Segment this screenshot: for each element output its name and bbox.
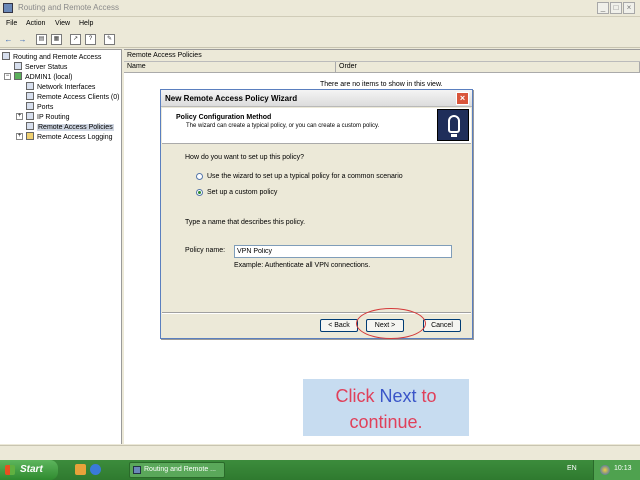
empty-list-message: There are no items to show in this view. xyxy=(320,81,443,88)
menu-bar: File Action View Help xyxy=(0,18,640,31)
start-button[interactable]: Start xyxy=(0,460,58,480)
expand-icon[interactable]: + xyxy=(16,113,23,120)
details-pane-title: Remote Access Policies xyxy=(124,50,640,62)
app-icon xyxy=(3,3,13,13)
server-running-icon xyxy=(14,72,22,80)
close-button[interactable]: × xyxy=(623,2,635,14)
tree-node-remote-access-policies[interactable]: Remote Access Policies xyxy=(26,122,114,132)
callout-line-1: Click Next to xyxy=(335,386,437,406)
radio-typical-policy[interactable] xyxy=(196,173,203,180)
policy-name-input[interactable] xyxy=(234,245,452,258)
menu-file[interactable]: File xyxy=(6,20,17,27)
menu-help[interactable]: Help xyxy=(79,20,93,27)
windows-flag-icon xyxy=(5,465,15,475)
up-level-icon[interactable]: ▤ xyxy=(36,34,47,45)
forward-arrow-icon[interactable]: → xyxy=(17,34,28,45)
ports-icon xyxy=(26,102,34,110)
maximize-button[interactable]: □ xyxy=(610,2,622,14)
menu-view[interactable]: View xyxy=(55,20,70,27)
toolbar: ← → ▤ ▦ ↗ ? ✎ xyxy=(0,31,640,48)
cancel-button[interactable]: Cancel xyxy=(423,319,461,332)
routing-icon xyxy=(26,112,34,120)
policy-name-label: Policy name: xyxy=(185,247,226,254)
wizard-dialog: New Remote Access Policy Wizard × Policy… xyxy=(160,89,473,339)
system-tray: 10:13 xyxy=(593,460,640,480)
policies-icon xyxy=(26,122,34,130)
server-icon xyxy=(2,52,10,60)
tree-node-ports[interactable]: Ports xyxy=(26,102,53,112)
dialog-separator xyxy=(162,312,471,314)
column-header-order[interactable]: Order xyxy=(336,62,640,73)
dialog-header-title: Policy Configuration Method xyxy=(176,114,272,121)
expand-icon[interactable]: + xyxy=(16,133,23,140)
back-button[interactable]: < Back xyxy=(320,319,358,332)
dialog-header: Policy Configuration Method The wizard c… xyxy=(162,108,471,144)
collapse-icon[interactable]: − xyxy=(4,73,11,80)
back-arrow-icon[interactable]: ← xyxy=(3,34,14,45)
name-prompt: Type a name that describes this policy. xyxy=(185,219,306,226)
network-interfaces-icon xyxy=(26,82,34,90)
quicklaunch-browser-icon[interactable] xyxy=(90,464,101,475)
next-button-highlight-circle xyxy=(356,308,426,339)
callout-line-2: continue. xyxy=(349,412,423,432)
console-tree: Routing and Remote Access Server Status … xyxy=(0,49,122,444)
radio-custom-label[interactable]: Set up a custom policy xyxy=(207,189,277,196)
clients-icon xyxy=(26,92,34,100)
taskbar-item-routing[interactable]: Routing and Remote ... xyxy=(129,462,225,478)
tree-node-ip-routing[interactable]: IP Routing xyxy=(26,112,70,122)
setup-question: How do you want to set up this policy? xyxy=(185,154,305,161)
instruction-callout: Click Next to continue. xyxy=(303,379,469,436)
column-header-name[interactable]: Name xyxy=(124,62,336,73)
tree-node-network-interfaces[interactable]: Network Interfaces xyxy=(26,82,95,92)
network-tray-icon[interactable] xyxy=(600,465,610,475)
status-bar xyxy=(0,445,640,460)
taskbar: Start Routing and Remote ... EN 10:13 xyxy=(0,460,640,480)
tree-node-server-status[interactable]: Server Status xyxy=(14,62,67,72)
tray-clock: 10:13 xyxy=(614,465,632,472)
window-title-bar: Routing and Remote Access _ □ × xyxy=(0,0,640,17)
show-hide-tree-icon[interactable]: ▦ xyxy=(51,34,62,45)
wizard-bulb-icon xyxy=(437,109,469,141)
window-title: Routing and Remote Access xyxy=(18,3,119,12)
app-icon-small xyxy=(133,466,141,474)
logging-icon xyxy=(26,132,34,140)
tree-node-remote-access-clients[interactable]: Remote Access Clients (0) xyxy=(26,92,119,102)
dialog-header-subtitle: The wizard can create a typical policy, … xyxy=(186,123,380,129)
tree-node-remote-access-logging[interactable]: Remote Access Logging xyxy=(26,132,113,142)
help-icon[interactable]: ? xyxy=(85,34,96,45)
menu-action[interactable]: Action xyxy=(26,20,45,27)
quicklaunch-folder-icon[interactable] xyxy=(75,464,86,475)
tree-node-root[interactable]: Routing and Remote Access xyxy=(2,52,101,62)
tree-node-server[interactable]: ADMIN1 (local) xyxy=(14,72,72,82)
server-status-icon xyxy=(14,62,22,70)
minimize-button[interactable]: _ xyxy=(597,2,609,14)
dialog-close-icon[interactable]: × xyxy=(456,92,469,105)
language-indicator[interactable]: EN xyxy=(567,465,577,472)
radio-custom-policy[interactable] xyxy=(196,189,203,196)
dialog-title-bar: New Remote Access Policy Wizard × xyxy=(161,90,472,107)
policy-name-example: Example: Authenticate all VPN connection… xyxy=(234,262,371,269)
radio-typical-label[interactable]: Use the wizard to set up a typical polic… xyxy=(207,173,403,180)
dialog-title: New Remote Access Policy Wizard xyxy=(165,94,298,103)
export-list-icon[interactable]: ↗ xyxy=(70,34,81,45)
properties-icon[interactable]: ✎ xyxy=(104,34,115,45)
